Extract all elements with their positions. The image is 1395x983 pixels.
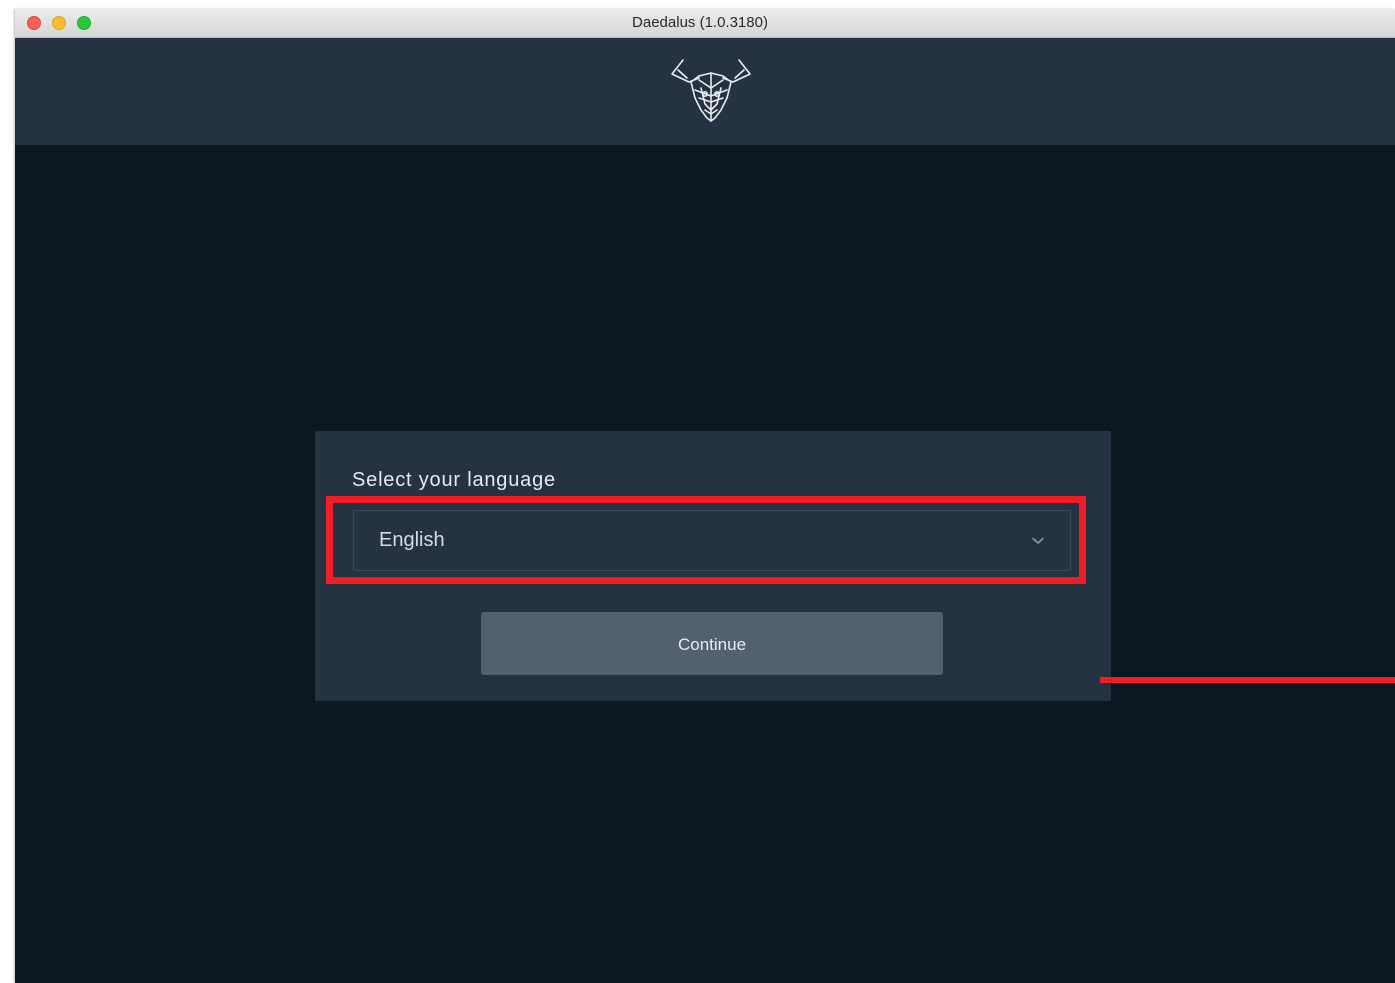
annotation-callout-line <box>1100 677 1395 683</box>
language-select-label: Select your language <box>352 469 556 491</box>
continue-button[interactable]: Continue <box>481 612 943 675</box>
main-content: Select your language English Continue <box>15 145 1395 983</box>
app-window: Daedalus (1.0.3180) Select your language <box>15 9 1395 983</box>
app-header <box>15 38 1395 145</box>
chevron-down-icon <box>1032 537 1044 544</box>
language-dropdown[interactable]: English <box>353 510 1071 571</box>
window-titlebar: Daedalus (1.0.3180) <box>15 9 1395 38</box>
daedalus-bull-logo-icon <box>671 59 751 122</box>
selected-language-value: English <box>379 529 445 551</box>
language-selection-card: Select your language English Continue <box>315 431 1111 701</box>
window-title: Daedalus (1.0.3180) <box>632 14 768 31</box>
